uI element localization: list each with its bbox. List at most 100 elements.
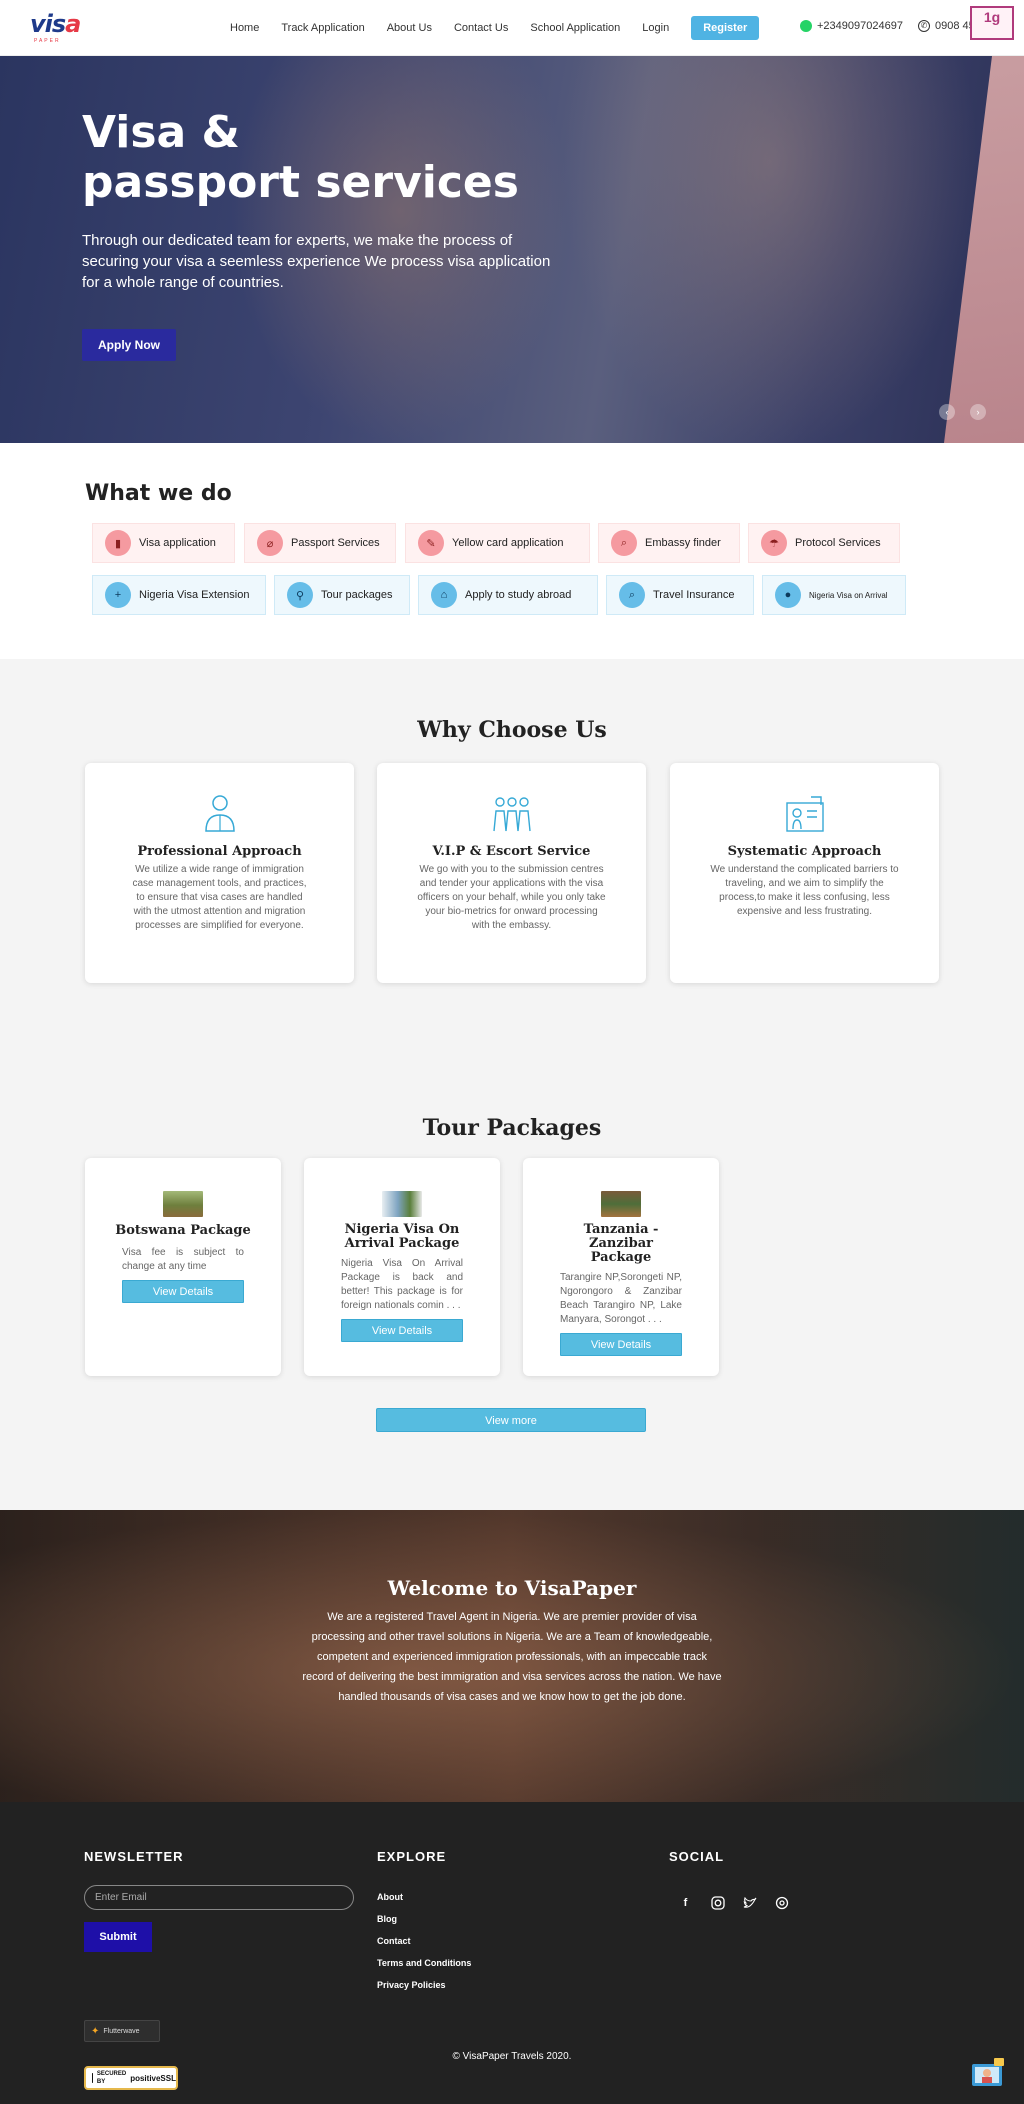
package-title: Tanzania - Zanzibar Package: [583, 1222, 659, 1265]
live-chat-icon[interactable]: [970, 2056, 1006, 2092]
plus-icon: +: [105, 582, 131, 608]
systematic-icon: [785, 796, 824, 832]
package-card: Botswana Package Visa fee is subject to …: [85, 1158, 281, 1376]
service-travel-insurance[interactable]: ⌕ Travel Insurance: [606, 575, 754, 615]
feature-card: Professional Approach We utilize a wide …: [85, 763, 354, 983]
nav-track-application[interactable]: Track Application: [281, 22, 364, 34]
nav-home[interactable]: Home: [230, 22, 259, 34]
professional-icon: [204, 795, 235, 832]
pin-icon: ⚲: [287, 582, 313, 608]
welcome-text: We are a registered Travel Agent in Nige…: [302, 1611, 722, 1703]
tour-packages-title: Tour Packages: [422, 1115, 602, 1141]
feature-title: V.I.P & Escort Service: [432, 844, 591, 859]
instagram-icon[interactable]: [708, 1893, 727, 1912]
feature-title: Professional Approach: [137, 844, 302, 859]
service-yellow-card[interactable]: ✎ Yellow card application: [405, 523, 590, 563]
escort-icon: [492, 797, 531, 832]
package-card: Nigeria Visa On Arrival Package Nigeria …: [304, 1158, 500, 1376]
footer-link-about[interactable]: About: [377, 1886, 471, 1908]
social-heading: SOCIAL: [669, 1849, 725, 1864]
package-text: Nigeria Visa On Arrival Package is back …: [341, 1258, 463, 1311]
service-study-abroad[interactable]: ⌂ Apply to study abroad: [418, 575, 598, 615]
newsletter-email-input[interactable]: Enter Email: [84, 1885, 354, 1910]
service-protocol[interactable]: ☂ Protocol Services: [748, 523, 900, 563]
section-title: What we do: [85, 481, 232, 506]
feature-card: V.I.P & Escort Service We go with you to…: [377, 763, 646, 983]
phone-icon: ✆: [918, 20, 930, 32]
package-title: Nigeria Visa On Arrival Package: [344, 1222, 460, 1251]
package-text: Visa fee is subject to change at any tim…: [122, 1247, 244, 1272]
visapaper-logo[interactable]: visa PAPER: [30, 12, 82, 44]
positive-ssl-badge: SECURED BY positiveSSL: [84, 2066, 178, 2090]
feature-text: We utilize a wide range of immigration c…: [132, 864, 307, 931]
site-header: visa PAPER Home Track Application About …: [0, 0, 1024, 56]
search-icon: ⌕: [611, 530, 637, 556]
site-footer: NEWSLETTER Enter Email Submit EXPLORE Ab…: [0, 1802, 1024, 2104]
copyright-text: © VisaPaper Travels 2020.: [452, 2051, 572, 2062]
flutterwave-logo-icon: ✦: [91, 2025, 100, 2037]
package-text: Tarangire NP,Sorongeti NP, Ngorongoro & …: [560, 1272, 682, 1325]
nav-login[interactable]: Login: [642, 22, 669, 34]
view-details-button[interactable]: View Details: [341, 1319, 463, 1342]
submit-button[interactable]: Submit: [84, 1922, 152, 1952]
paperclip-icon: ⌀: [257, 530, 283, 556]
service-visa-extension[interactable]: + Nigeria Visa Extension: [92, 575, 266, 615]
whatsapp-icon: [800, 20, 812, 32]
newsletter-heading: NEWSLETTER: [84, 1849, 184, 1864]
hero-banner: Visa & passport services Through our dedi…: [0, 56, 1024, 443]
threads-icon[interactable]: [772, 1893, 791, 1912]
search-icon: ⌕: [619, 582, 645, 608]
slider-next-icon[interactable]: ›: [970, 404, 986, 420]
dot-icon: ●: [775, 582, 801, 608]
apply-now-button[interactable]: Apply Now: [82, 329, 176, 361]
package-image: [601, 1191, 641, 1217]
footer-link-terms[interactable]: Terms and Conditions: [377, 1952, 471, 1974]
flutterwave-badge: ✦ Flutterwave: [84, 2020, 160, 2042]
package-image: [163, 1191, 203, 1217]
nav-about-us[interactable]: About Us: [387, 22, 432, 34]
footer-link-privacy[interactable]: Privacy Policies: [377, 1974, 471, 1996]
syringe-icon: ✎: [418, 530, 444, 556]
what-we-do-section: What we do ▮ Visa application ⌀ Passport S…: [0, 443, 1024, 659]
service-tour-packages[interactable]: ⚲ Tour packages: [274, 575, 410, 615]
service-visa-on-arrival[interactable]: ● Nigeria Visa on Arrival: [762, 575, 906, 615]
bookmark-icon: ▮: [105, 530, 131, 556]
register-button[interactable]: Register: [691, 16, 760, 40]
umbrella-icon: ☂: [761, 530, 787, 556]
lock-icon: [92, 2073, 93, 2083]
service-visa-application[interactable]: ▮ Visa application: [92, 523, 235, 563]
feature-title: Systematic Approach: [727, 844, 882, 859]
corner-badge[interactable]: 1g: [970, 6, 1014, 40]
service-passport[interactable]: ⌀ Passport Services: [244, 523, 396, 563]
social-links: f: [676, 1893, 791, 1912]
nav-contact-us[interactable]: Contact Us: [454, 22, 508, 34]
nav-school-application[interactable]: School Application: [530, 22, 620, 34]
package-card: Tanzania - Zanzibar Package Tarangire NP…: [523, 1158, 719, 1376]
main-nav: Home Track Application About Us Contact …: [230, 0, 783, 56]
slider-prev-icon[interactable]: ‹: [939, 404, 955, 420]
whatsapp-phone[interactable]: +2349097024697: [800, 20, 903, 32]
section-title: Why Choose Us: [417, 717, 607, 743]
explore-heading: EXPLORE: [377, 1849, 447, 1864]
view-details-button[interactable]: View Details: [122, 1280, 244, 1303]
feature-card: Systematic Approach We understand the co…: [670, 763, 939, 983]
why-choose-us-section: Why Choose Us Professional Approach We u…: [0, 659, 1024, 1510]
welcome-section: Welcome to VisaPaper We are a registered…: [0, 1510, 1024, 1802]
footer-link-blog[interactable]: Blog: [377, 1908, 471, 1930]
feature-text: We understand the complicated barriers t…: [710, 864, 899, 917]
package-image: [382, 1191, 422, 1217]
twitter-icon[interactable]: [740, 1893, 759, 1912]
phone-number: +2349097024697: [817, 20, 903, 32]
institution-icon: ⌂: [431, 582, 457, 608]
feature-text: We go with you to the submission centres…: [417, 864, 606, 931]
view-more-button[interactable]: View more: [376, 1408, 646, 1432]
explore-links: About Blog Contact Terms and Conditions …: [377, 1886, 471, 1996]
service-embassy-finder[interactable]: ⌕ Embassy finder: [598, 523, 740, 563]
footer-link-contact[interactable]: Contact: [377, 1930, 471, 1952]
hero-title: Visa & passport services: [82, 107, 519, 208]
hero-text: Through our dedicated team for experts, …: [82, 232, 551, 291]
facebook-icon[interactable]: f: [676, 1893, 695, 1912]
view-details-button[interactable]: View Details: [560, 1333, 682, 1356]
package-title: Botswana Package: [115, 1223, 251, 1238]
welcome-title: Welcome to VisaPaper: [387, 1576, 637, 1600]
